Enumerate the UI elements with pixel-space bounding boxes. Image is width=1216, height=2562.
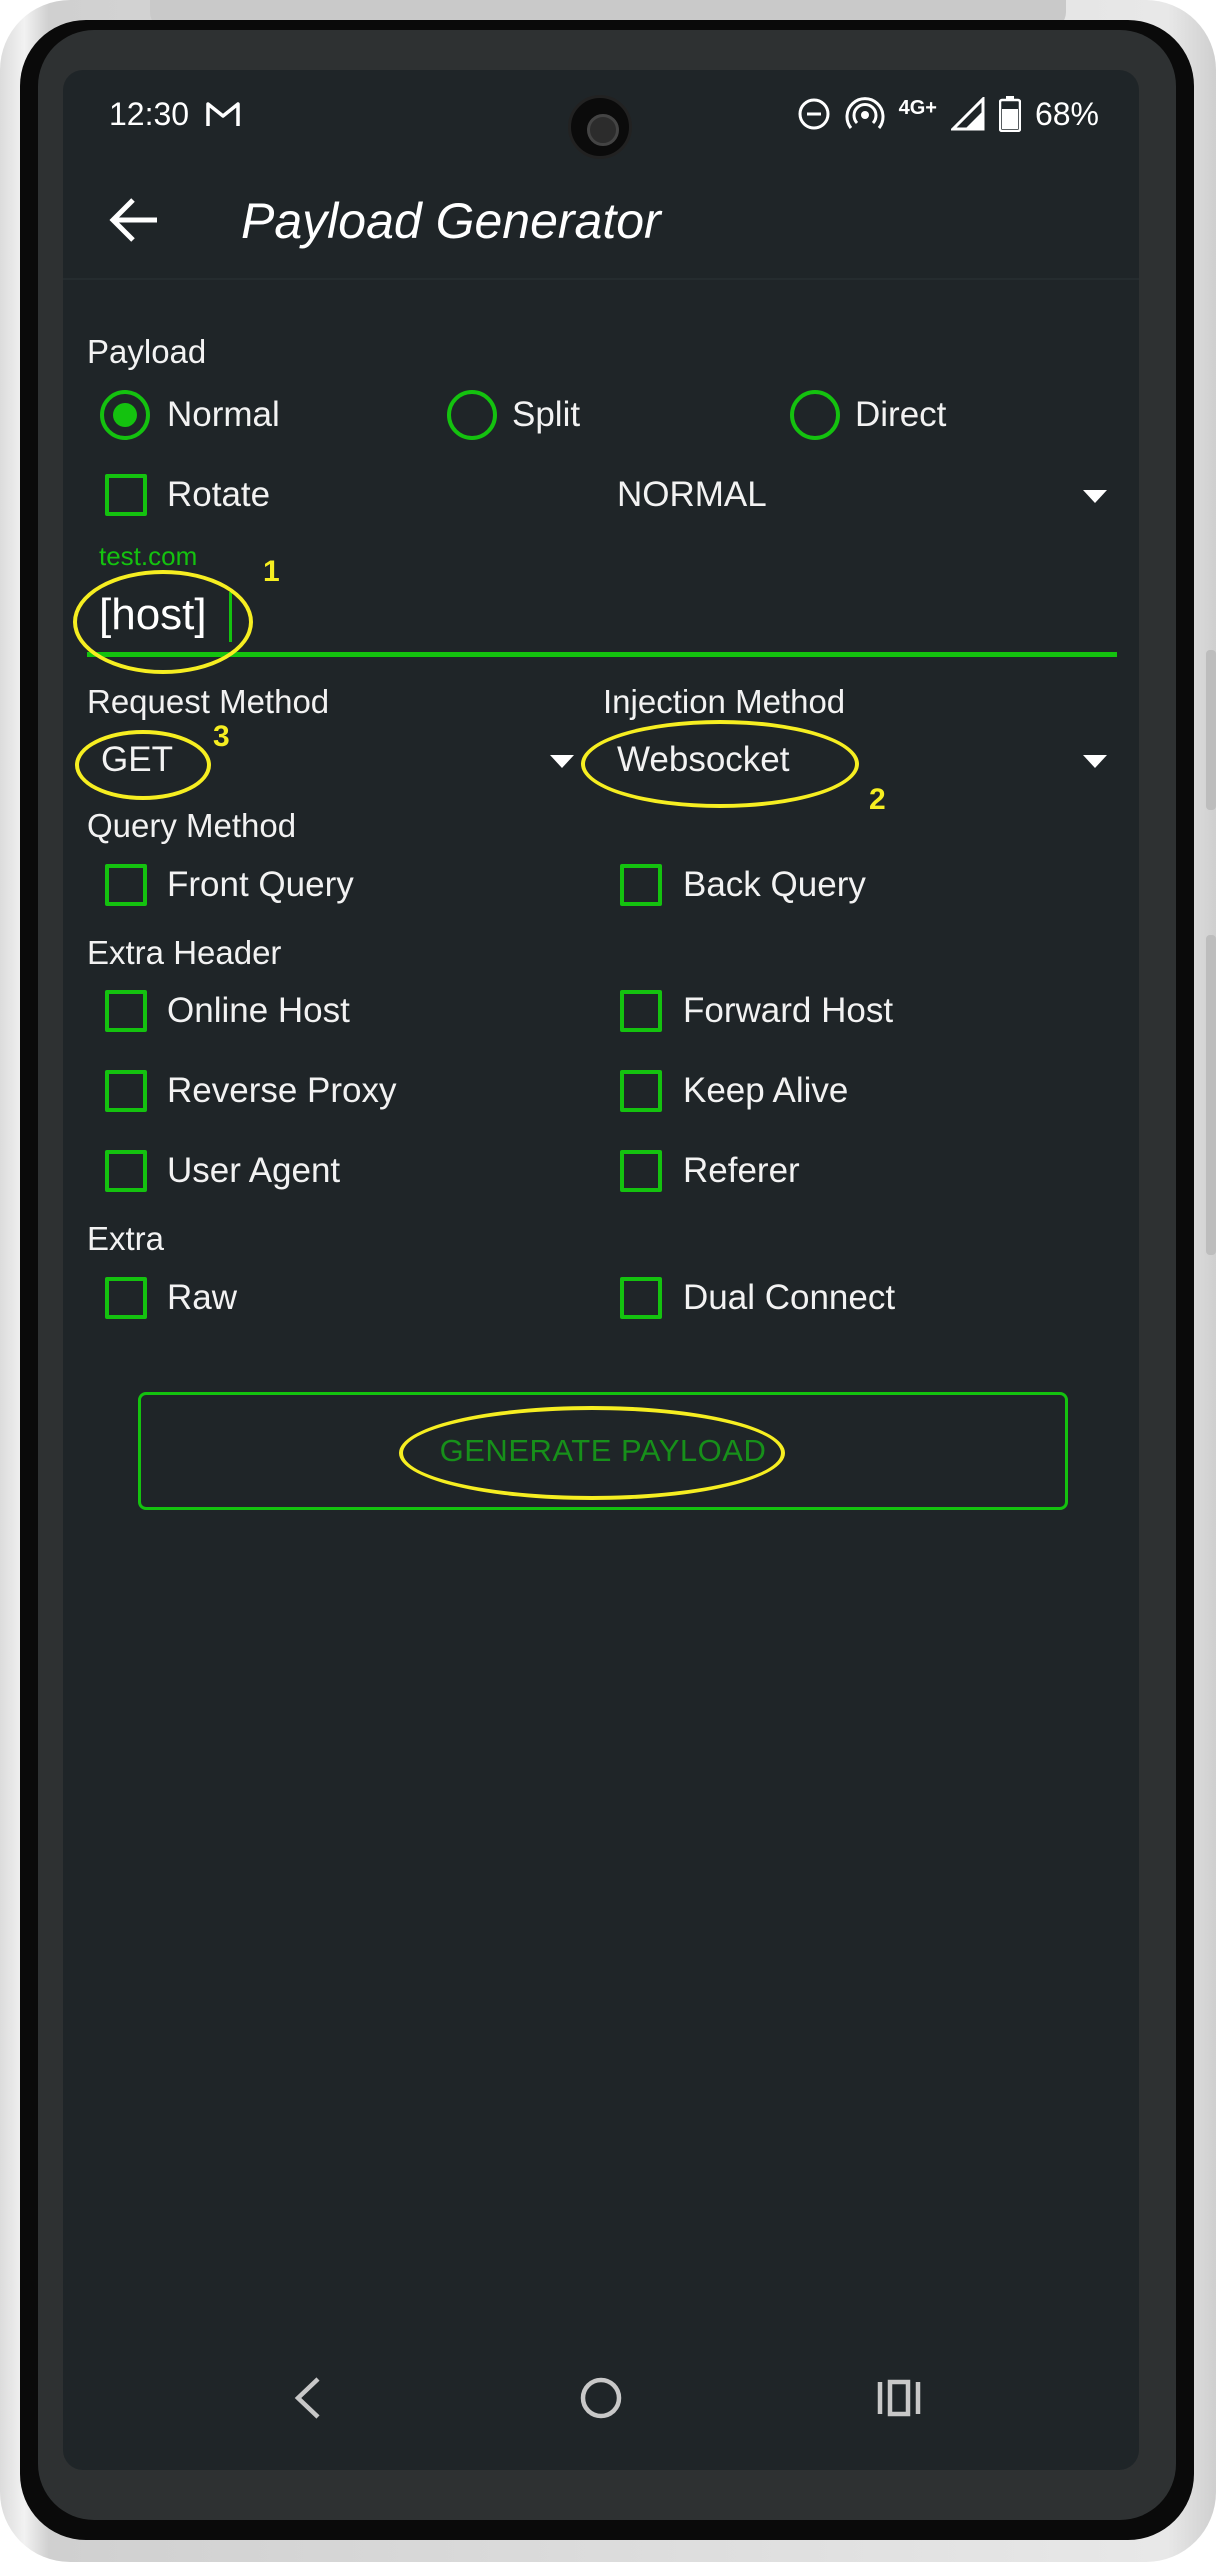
do-not-disturb-icon xyxy=(798,98,830,130)
payload-mode-dropdown[interactable]: NORMAL xyxy=(603,460,1123,530)
raw-label: Raw xyxy=(167,1278,238,1317)
chevron-down-icon xyxy=(550,755,574,768)
request-method-value: GET xyxy=(101,740,173,779)
raw-checkbox[interactable] xyxy=(105,1277,147,1319)
power-button xyxy=(1206,935,1216,1255)
radio-split[interactable] xyxy=(447,390,497,440)
referer-checkbox[interactable] xyxy=(620,1150,662,1192)
page-title: Payload Generator xyxy=(241,193,661,249)
generate-payload-button[interactable]: GENERATE PAYLOAD xyxy=(138,1392,1068,1510)
arrow-left-icon[interactable] xyxy=(105,190,165,250)
extra-label: Extra xyxy=(87,1220,165,1257)
hotspot-icon xyxy=(845,97,885,129)
front-query-checkbox[interactable] xyxy=(105,864,147,906)
referer-label: Referer xyxy=(683,1151,800,1190)
host-input[interactable] xyxy=(87,530,1117,660)
radio-normal-label: Normal xyxy=(167,395,280,434)
request-method-dropdown[interactable]: GET xyxy=(87,725,587,795)
network-type: 4G+ xyxy=(898,96,937,119)
radio-direct-label: Direct xyxy=(855,395,947,434)
host-input-underline xyxy=(87,652,1117,657)
status-bar: 12:30 4G+ 68% xyxy=(63,70,1139,160)
annotation-number-1: 1 xyxy=(263,555,280,588)
injection-method-label: Injection Method xyxy=(603,683,846,720)
nav-recents-icon[interactable] xyxy=(874,2373,924,2423)
text-cursor xyxy=(229,592,232,642)
chevron-down-icon xyxy=(1083,755,1107,768)
nav-back-icon[interactable] xyxy=(288,2373,328,2423)
user-agent-label: User Agent xyxy=(167,1151,341,1190)
rotate-checkbox[interactable] xyxy=(105,474,147,516)
host-input-value: [host] xyxy=(99,590,207,639)
query-method-label: Query Method xyxy=(87,807,297,844)
keep-alive-label: Keep Alive xyxy=(683,1071,849,1110)
dual-connect-label: Dual Connect xyxy=(683,1278,896,1317)
reverse-proxy-checkbox[interactable] xyxy=(105,1070,147,1112)
online-host-checkbox[interactable] xyxy=(105,990,147,1032)
reverse-proxy-label: Reverse Proxy xyxy=(167,1071,397,1110)
annotation-number-2: 2 xyxy=(869,783,886,816)
nav-home-icon[interactable] xyxy=(576,2373,626,2423)
volume-button xyxy=(1206,650,1216,810)
keep-alive-checkbox[interactable] xyxy=(620,1070,662,1112)
user-agent-checkbox[interactable] xyxy=(105,1150,147,1192)
signal-icon xyxy=(950,97,985,131)
back-query-label: Back Query xyxy=(683,865,866,904)
annotation-number-3: 3 xyxy=(213,720,230,753)
app-bar: Payload Generator xyxy=(63,160,1139,280)
screen: 12:30 4G+ 68% Payload Generator Payload … xyxy=(63,70,1139,2470)
radio-normal[interactable] xyxy=(100,390,150,440)
status-time: 12:30 xyxy=(109,96,190,132)
status-icons: 4G+ 68% xyxy=(797,94,1099,134)
extra-header-label: Extra Header xyxy=(87,934,282,971)
battery-percent: 68% xyxy=(1034,95,1099,132)
battery-icon xyxy=(998,96,1021,132)
chevron-down-icon xyxy=(1083,490,1107,503)
injection-method-value: Websocket xyxy=(617,740,790,779)
payload-label: Payload xyxy=(87,333,207,370)
rotate-label: Rotate xyxy=(167,475,271,514)
gmail-icon xyxy=(206,102,240,126)
online-host-label: Online Host xyxy=(167,991,350,1030)
radio-split-label: Split xyxy=(512,395,581,434)
host-input-hint: test.com xyxy=(99,541,198,571)
back-query-checkbox[interactable] xyxy=(620,864,662,906)
front-camera xyxy=(568,95,632,159)
radio-direct[interactable] xyxy=(790,390,840,440)
dual-connect-checkbox[interactable] xyxy=(620,1277,662,1319)
forward-host-checkbox[interactable] xyxy=(620,990,662,1032)
front-query-label: Front Query xyxy=(167,865,354,904)
injection-method-dropdown[interactable]: Websocket xyxy=(603,725,1123,795)
payload-mode-value: NORMAL xyxy=(617,475,767,514)
request-method-label: Request Method xyxy=(87,683,330,720)
forward-host-label: Forward Host xyxy=(683,991,894,1030)
